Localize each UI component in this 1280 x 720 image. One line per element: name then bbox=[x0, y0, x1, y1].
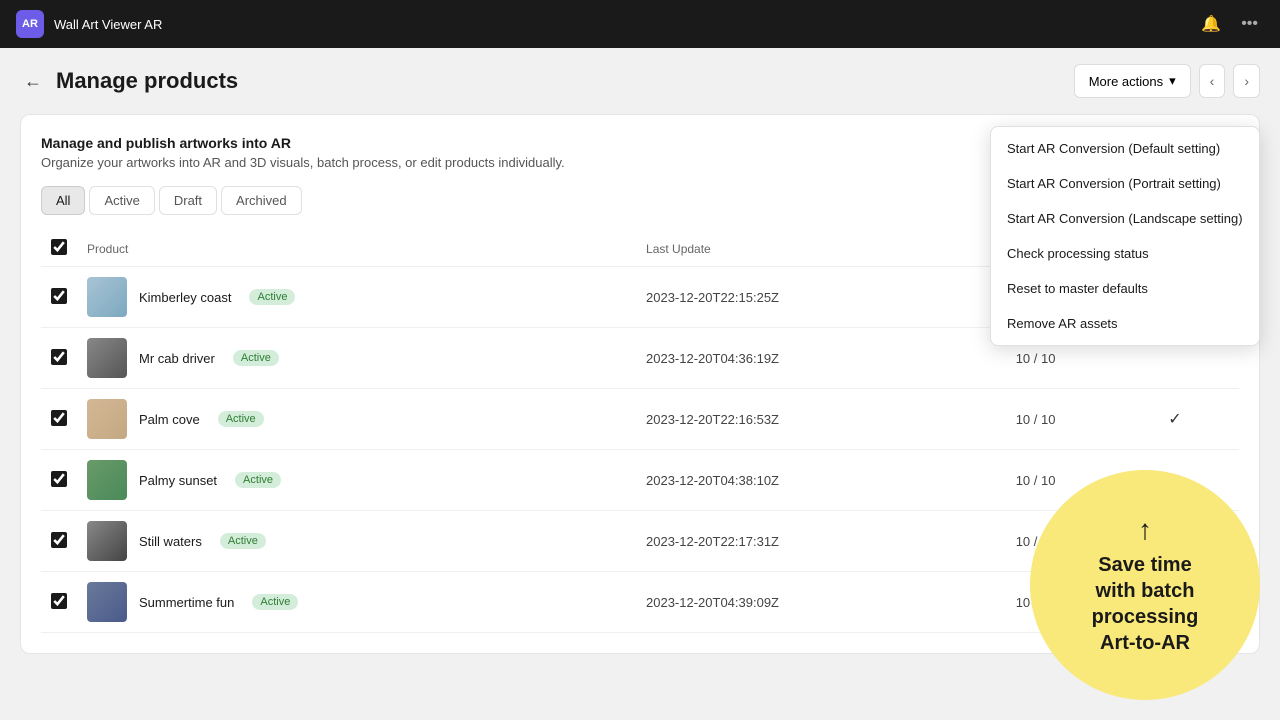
bubble-arrow-icon: ↑ bbox=[1138, 514, 1152, 546]
select-all-checkbox[interactable] bbox=[51, 239, 67, 255]
row-checkbox[interactable] bbox=[51, 471, 67, 487]
product-name: Still waters bbox=[139, 534, 202, 549]
dropdown-item[interactable]: Start AR Conversion (Landscape setting) bbox=[991, 201, 1259, 236]
last-update-cell: 2023-12-20T22:16:53Z bbox=[636, 389, 1006, 450]
dropdown-item-label: Check processing status bbox=[1007, 246, 1149, 261]
status-badge: Active bbox=[218, 411, 264, 427]
product-thumbnail bbox=[87, 338, 127, 378]
app-icon: AR bbox=[16, 10, 44, 38]
row-checkbox-cell bbox=[41, 511, 77, 572]
row-checkbox[interactable] bbox=[51, 410, 67, 426]
dropdown-item-label: Reset to master defaults bbox=[1007, 281, 1148, 296]
row-checkbox-cell bbox=[41, 267, 77, 328]
product-cell: Mr cab driver Active bbox=[77, 328, 636, 389]
product-name: Palm cove bbox=[139, 412, 200, 427]
product-name: Mr cab driver bbox=[139, 351, 215, 366]
row-checkbox-cell bbox=[41, 389, 77, 450]
status-badge: Active bbox=[249, 289, 295, 305]
filter-tab-active[interactable]: Active bbox=[89, 186, 154, 215]
filter-tab-all[interactable]: All bbox=[41, 186, 85, 215]
status-badge: Active bbox=[252, 594, 298, 610]
last-update-cell: 2023-12-20T22:17:31Z bbox=[636, 511, 1006, 572]
product-cell: Still waters Active bbox=[77, 511, 636, 572]
row-checkbox[interactable] bbox=[51, 593, 67, 609]
product-thumbnail bbox=[87, 399, 127, 439]
status-badge: Active bbox=[235, 472, 281, 488]
app-title: Wall Art Viewer AR bbox=[54, 17, 162, 32]
row-checkbox[interactable] bbox=[51, 288, 67, 304]
dropdown-item-label: Start AR Conversion (Landscape setting) bbox=[1007, 211, 1243, 226]
status-badge: Active bbox=[233, 350, 279, 366]
chevron-down-icon: ▾ bbox=[1169, 73, 1176, 89]
action-cell: ✓ bbox=[1158, 389, 1239, 450]
last-update-cell: 2023-12-20T04:38:10Z bbox=[636, 450, 1006, 511]
filter-tab-archived[interactable]: Archived bbox=[221, 186, 302, 215]
product-thumbnail bbox=[87, 277, 127, 317]
product-column-header: Product bbox=[77, 231, 636, 267]
dropdown-item-label: Start AR Conversion (Portrait setting) bbox=[1007, 176, 1221, 191]
dropdown-item-label: Remove AR assets bbox=[1007, 316, 1118, 331]
variants-cell: 10 / 10 bbox=[1006, 389, 1159, 450]
product-name: Kimberley coast bbox=[139, 290, 231, 305]
row-checkbox[interactable] bbox=[51, 349, 67, 365]
status-badge: Active bbox=[220, 533, 266, 549]
product-cell: Palm cove Active bbox=[77, 389, 636, 450]
table-row[interactable]: Palmy sunsetActive2023-12-20T04:38:10Z10… bbox=[41, 450, 1239, 511]
topbar-right: 🔔 ••• bbox=[1195, 10, 1264, 38]
row-checkbox-cell bbox=[41, 328, 77, 389]
page-header-right: More actions ▾ ‹ › bbox=[1074, 64, 1260, 98]
page-header-left: ← Manage products bbox=[20, 67, 238, 96]
product-thumbnail bbox=[87, 460, 127, 500]
product-thumbnail bbox=[87, 521, 127, 561]
last-update-cell: 2023-12-20T04:36:19Z bbox=[636, 328, 1006, 389]
topbar: AR Wall Art Viewer AR 🔔 ••• bbox=[0, 0, 1280, 48]
row-checkbox[interactable] bbox=[51, 532, 67, 548]
dropdown-item-label: Start AR Conversion (Default setting) bbox=[1007, 141, 1220, 156]
dropdown-item[interactable]: Start AR Conversion (Default setting) bbox=[991, 131, 1259, 166]
dropdown-item[interactable]: Reset to master defaults bbox=[991, 271, 1259, 306]
table-row[interactable]: Palm cove Active 2023-12-20T22:16:53Z10 / … bbox=[41, 389, 1239, 450]
product-name: Summertime fun bbox=[139, 595, 234, 610]
checkmark-icon: ✓ bbox=[1168, 411, 1181, 428]
product-thumbnail bbox=[87, 582, 127, 622]
product-cell: Palmy sunset Active bbox=[77, 450, 636, 511]
page-container: ← Manage products More actions ▾ ‹ › Sta… bbox=[0, 48, 1280, 720]
topbar-left: AR Wall Art Viewer AR bbox=[16, 10, 162, 38]
back-button[interactable]: ← bbox=[20, 67, 46, 96]
row-checkbox-cell bbox=[41, 450, 77, 511]
more-actions-button[interactable]: More actions ▾ bbox=[1074, 64, 1191, 98]
row-checkbox-cell bbox=[41, 572, 77, 633]
product-cell: Kimberley coast Active bbox=[77, 267, 636, 328]
more-actions-dropdown: Start AR Conversion (Default setting) Sta… bbox=[990, 126, 1260, 346]
bubble-text: Save timewith batchprocessingArt-to-AR bbox=[1092, 552, 1199, 656]
product-cell: Summertime fun Active bbox=[77, 572, 636, 633]
product-name: Palmy sunset bbox=[139, 473, 217, 488]
last-update-cell: 2023-12-20T22:15:25Z bbox=[636, 267, 1006, 328]
dropdown-item[interactable]: Start AR Conversion (Portrait setting) bbox=[991, 166, 1259, 201]
more-options-icon-btn[interactable]: ••• bbox=[1235, 11, 1264, 37]
dropdown-item[interactable]: Check processing status bbox=[991, 236, 1259, 271]
notification-icon-btn[interactable]: 🔔 bbox=[1195, 10, 1227, 38]
select-all-header bbox=[41, 231, 77, 267]
last-update-column-header: Last Update bbox=[636, 231, 1006, 267]
dropdown-item[interactable]: Remove AR assets bbox=[991, 306, 1259, 341]
filter-tab-draft[interactable]: Draft bbox=[159, 186, 217, 215]
page-title: Manage products bbox=[56, 68, 238, 94]
page-header: ← Manage products More actions ▾ ‹ › bbox=[20, 64, 1260, 98]
save-time-bubble: ↑ Save timewith batchprocessingArt-to-AR bbox=[1030, 470, 1260, 700]
next-nav-button[interactable]: › bbox=[1233, 64, 1260, 98]
prev-nav-button[interactable]: ‹ bbox=[1199, 64, 1226, 98]
last-update-cell: 2023-12-20T04:39:09Z bbox=[636, 572, 1006, 633]
